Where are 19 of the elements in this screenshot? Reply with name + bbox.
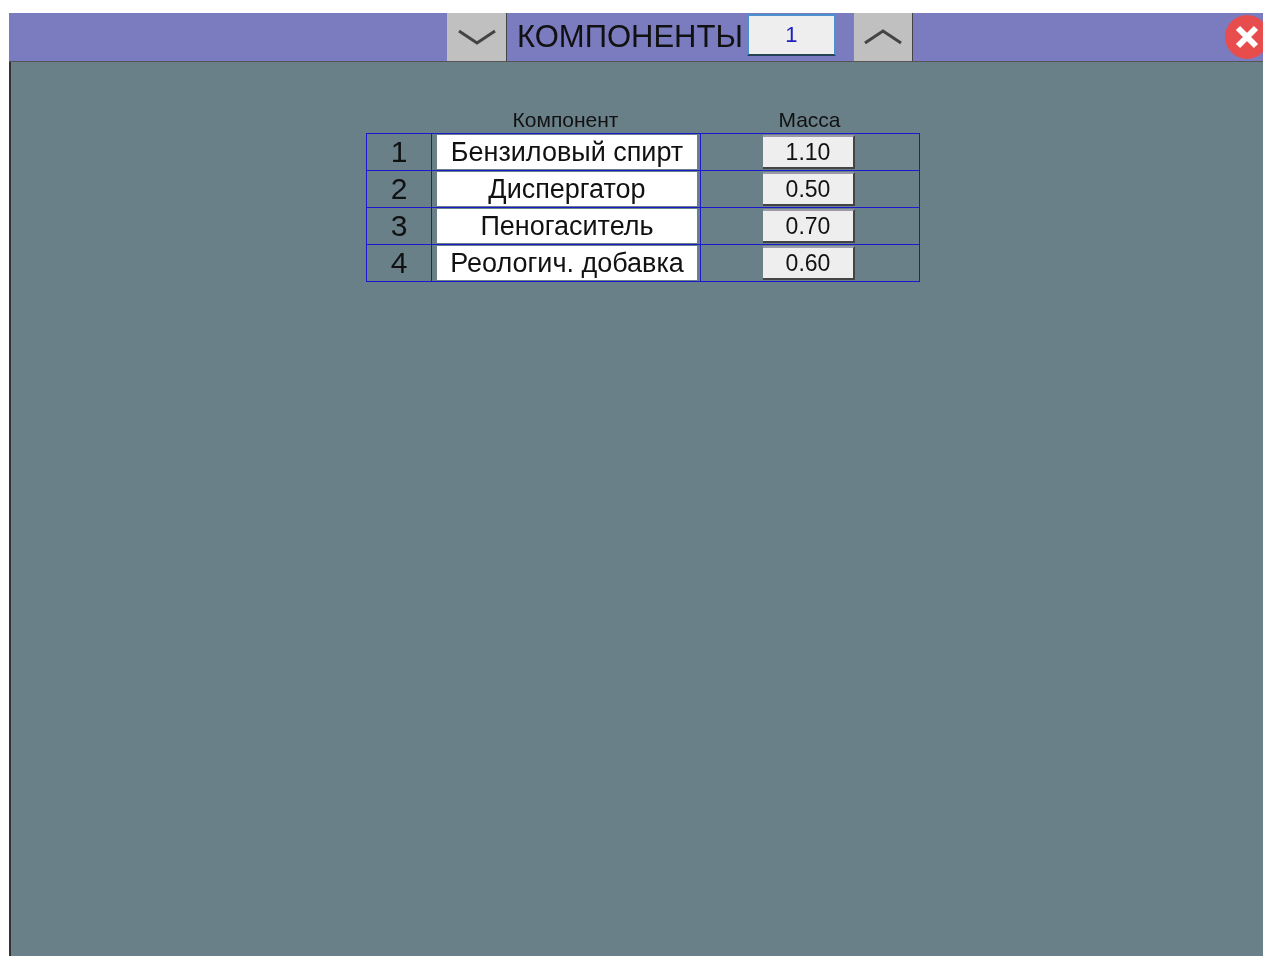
component-name: Бензиловый спирт (437, 135, 697, 169)
component-name: Реологич. добавка (437, 246, 697, 280)
component-name: Диспергатор (437, 172, 697, 206)
page-number-field[interactable]: 1 (746, 14, 836, 56)
screen-title: КОМПОНЕНТЫ (516, 18, 744, 56)
mass-field[interactable]: 0.50 (763, 172, 855, 206)
up-button[interactable] (852, 13, 913, 61)
column-header: Масса (778, 108, 841, 131)
close-icon[interactable] (1225, 15, 1263, 59)
row-number: 1 (366, 133, 432, 171)
component-name: Пеногаситель (437, 209, 697, 243)
chevron-down-icon (456, 27, 497, 47)
row-number: 4 (366, 244, 432, 282)
mass-field[interactable]: 1.10 (763, 135, 855, 169)
column-header: Компонент (512, 108, 619, 131)
chevron-up-icon (862, 27, 903, 47)
mass-field[interactable]: 0.60 (763, 246, 855, 280)
mass-field[interactable]: 0.70 (763, 209, 855, 243)
down-button[interactable] (447, 13, 507, 61)
